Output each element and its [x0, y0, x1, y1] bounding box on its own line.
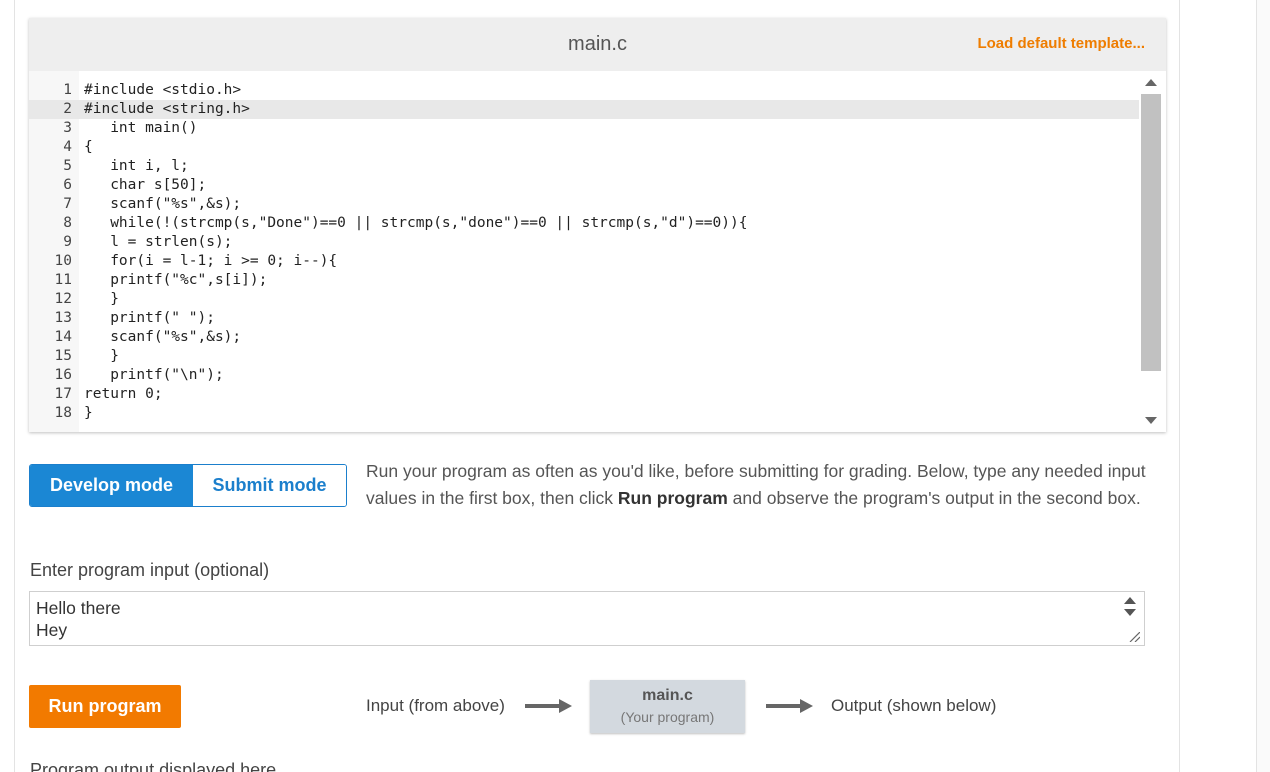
description-text-end: and observe the program's output in the …: [727, 488, 1141, 508]
resize-grip-icon[interactable]: [1128, 632, 1140, 642]
flow-output-label: Output (shown below): [831, 696, 997, 715]
mode-description: Run your program as often as you'd like,…: [366, 458, 1166, 512]
editor-scrollbar[interactable]: [1139, 71, 1163, 432]
code-text: return 0;: [84, 386, 163, 402]
line-number: 3: [63, 120, 72, 136]
program-input-value: Hello there Hey d: [36, 598, 121, 645]
code-line[interactable]: 10 for(i = l-1; i >= 0; i--){: [29, 252, 1139, 271]
line-number: 12: [54, 291, 72, 307]
code-text: #include <stdio.h>: [84, 82, 242, 98]
code-line[interactable]: 12 }: [29, 290, 1139, 309]
code-text: char s[50];: [84, 177, 207, 193]
code-line[interactable]: 11 printf("%c",s[i]);: [29, 271, 1139, 290]
code-text: }: [84, 405, 93, 421]
code-text: scanf("%s",&s);: [84, 329, 242, 345]
code-line[interactable]: 15 }: [29, 347, 1139, 366]
code-lines: 1 #include <stdio.h> 2 #include <string.h> 3…: [29, 81, 1139, 423]
line-number: 16: [54, 367, 72, 383]
mode-toggle: Develop mode Submit mode: [29, 464, 347, 507]
arrow-right-icon: [525, 699, 572, 713]
code-line[interactable]: 18}: [29, 404, 1139, 423]
page-edge: [1256, 0, 1270, 772]
input-scroll-up-icon[interactable]: [1124, 597, 1136, 604]
line-number: 14: [54, 329, 72, 345]
scroll-thumb[interactable]: [1141, 94, 1161, 371]
code-text: #include <string.h>: [84, 101, 250, 117]
program-input-label: Enter program input (optional): [30, 560, 270, 580]
code-line[interactable]: 9 l = strlen(s);: [29, 233, 1139, 252]
code-text: int i, l;: [84, 158, 189, 174]
scroll-up-arrow-icon[interactable]: [1145, 79, 1157, 86]
line-number: 7: [63, 196, 72, 212]
line-number: 6: [63, 177, 72, 193]
line-number: 9: [63, 234, 72, 250]
description-bold: Run program: [617, 488, 728, 508]
code-text: l = strlen(s);: [84, 234, 233, 250]
line-number: 10: [54, 253, 72, 269]
code-line[interactable]: 13 printf(" ");: [29, 309, 1139, 328]
flow-input-label: Input (from above): [366, 696, 505, 715]
scroll-down-arrow-icon[interactable]: [1145, 417, 1157, 424]
program-input-textarea[interactable]: Hello there Hey d: [29, 591, 1145, 646]
code-line[interactable]: 1 #include <stdio.h>: [29, 81, 1139, 100]
line-number: 5: [63, 158, 72, 174]
run-program-button[interactable]: Run program: [29, 685, 181, 728]
code-text: printf(" ");: [84, 310, 215, 326]
code-text: }: [84, 291, 119, 307]
line-number: 8: [63, 215, 72, 231]
code-text: int main(): [84, 120, 198, 136]
code-text: {: [84, 139, 93, 155]
editor-header: main.c Load default template...: [29, 18, 1166, 71]
code-line[interactable]: 8 while(!(strcmp(s,"Done")==0 || strcmp(…: [29, 214, 1139, 233]
line-number: 11: [54, 272, 72, 288]
code-text: for(i = l-1; i >= 0; i--){: [84, 253, 338, 269]
line-number: 18: [54, 405, 72, 421]
line-number: 13: [54, 310, 72, 326]
line-number: 15: [54, 348, 72, 364]
line-number: 17: [54, 386, 72, 402]
code-text: while(!(strcmp(s,"Done")==0 || strcmp(s,…: [84, 215, 748, 231]
line-number: 2: [63, 101, 72, 117]
code-text: }: [84, 348, 119, 364]
code-line[interactable]: 14 scanf("%s",&s);: [29, 328, 1139, 347]
code-area[interactable]: 1 #include <stdio.h> 2 #include <string.h> 3…: [29, 71, 1166, 432]
program-box: main.c (Your program): [590, 680, 745, 733]
code-editor-panel: main.c Load default template... 1 #includ…: [29, 18, 1166, 432]
line-number: 4: [63, 139, 72, 155]
line-number: 1: [63, 82, 72, 98]
develop-mode-button[interactable]: Develop mode: [30, 465, 193, 506]
code-text: printf("\n");: [84, 367, 224, 383]
arrow-right-icon: [766, 699, 813, 713]
input-scroll-down-icon[interactable]: [1124, 609, 1136, 616]
code-text: printf("%c",s[i]);: [84, 272, 268, 288]
submit-mode-button[interactable]: Submit mode: [193, 465, 346, 506]
program-output-label: Program output displayed here: [30, 760, 277, 772]
code-line[interactable]: 17 return 0;: [29, 385, 1139, 404]
code-line[interactable]: 4{: [29, 138, 1139, 157]
code-line[interactable]: 3 int main(): [29, 119, 1139, 138]
code-line[interactable]: 16 printf("\n");: [29, 366, 1139, 385]
code-line[interactable]: 2 #include <string.h>: [29, 100, 1139, 119]
program-subtitle: (Your program): [620, 709, 715, 725]
code-line[interactable]: 5 int i, l;: [29, 157, 1139, 176]
code-line[interactable]: 7 scanf("%s",&s);: [29, 195, 1139, 214]
code-text: scanf("%s",&s);: [84, 196, 242, 212]
program-name: main.c: [642, 687, 693, 704]
code-line[interactable]: 6 char s[50];: [29, 176, 1139, 195]
load-template-link[interactable]: Load default template...: [977, 35, 1145, 52]
